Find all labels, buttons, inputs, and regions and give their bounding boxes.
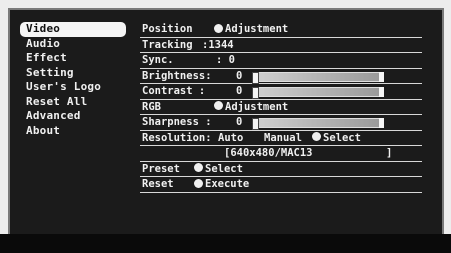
position-label: Position xyxy=(142,23,193,35)
brightness-label: Brightness: xyxy=(142,69,212,82)
sidebar-item-reset-all[interactable]: Reset All xyxy=(20,95,132,110)
enter-icon xyxy=(194,163,203,172)
sharpness-slider[interactable] xyxy=(252,118,384,130)
preset-select[interactable]: Select xyxy=(194,162,243,177)
sharpness-knob[interactable] xyxy=(252,118,259,130)
resolution-select[interactable]: Select xyxy=(312,131,361,146)
tracking-value: :1344 xyxy=(202,38,234,51)
rgb-action: Adjustment xyxy=(225,100,289,113)
contrast-slider[interactable] xyxy=(252,87,384,99)
resolution-label: Resolution: xyxy=(142,131,212,144)
video-settings: Position Adjustment Tracking :1344 Sync.… xyxy=(140,22,422,222)
brightness-knob[interactable] xyxy=(252,71,259,84)
enter-icon xyxy=(194,178,203,188)
reset-label: Reset xyxy=(142,178,174,190)
tracking-row[interactable]: Tracking :1344 xyxy=(140,38,422,53)
contrast-knob[interactable] xyxy=(252,87,259,99)
position-adjust[interactable]: Adjustment xyxy=(214,22,288,37)
sharpness-row[interactable]: Sharpness : 0 xyxy=(140,115,422,131)
sync-label: Sync. xyxy=(142,54,174,66)
resolution-auto[interactable]: Auto xyxy=(218,131,243,146)
resolution-mode: [640x480/MAC13 xyxy=(224,147,313,159)
contrast-value: 0 xyxy=(236,85,243,97)
sharpness-slider-end xyxy=(379,118,384,128)
position-action: Adjustment xyxy=(225,23,289,35)
sharpness-value: 0 xyxy=(236,116,243,128)
preset-row[interactable]: Preset Select xyxy=(140,162,422,177)
sidebar-item-audio[interactable]: Audio xyxy=(20,37,132,52)
rgb-adjust[interactable]: Adjustment xyxy=(214,100,288,115)
enter-icon xyxy=(214,23,223,33)
preset-label: Preset xyxy=(142,162,180,175)
contrast-row[interactable]: Contrast : 0 xyxy=(140,84,422,100)
enter-icon xyxy=(312,132,321,141)
resolution-mode-end: ] xyxy=(386,147,393,159)
resolution-action: Select xyxy=(323,131,361,144)
resolution-manual[interactable]: Manual xyxy=(264,131,302,146)
preset-action: Select xyxy=(205,162,243,175)
osd-screen: Video Audio Effect Setting User's Logo R… xyxy=(0,0,451,253)
sidebar-item-effect[interactable]: Effect xyxy=(20,51,132,66)
sync-row[interactable]: Sync. : 0 xyxy=(140,53,422,69)
tracking-label: Tracking xyxy=(142,38,193,51)
sidebar-item-users-logo[interactable]: User's Logo xyxy=(20,80,132,95)
sidebar-item-setting[interactable]: Setting xyxy=(20,66,132,81)
contrast-slider-end xyxy=(379,87,384,97)
position-row[interactable]: Position Adjustment xyxy=(140,22,422,38)
enter-icon xyxy=(214,101,223,110)
sidebar-item-video[interactable]: Video xyxy=(20,22,126,37)
rgb-row[interactable]: RGB Adjustment xyxy=(140,100,422,115)
brightness-value: 0 xyxy=(236,69,243,82)
sidebar: Video Audio Effect Setting User's Logo R… xyxy=(20,22,132,212)
reset-execute[interactable]: Execute xyxy=(194,177,249,192)
reset-row[interactable]: Reset Execute xyxy=(140,177,422,193)
contrast-label: Contrast : xyxy=(142,85,206,97)
brightness-slider[interactable] xyxy=(252,71,384,84)
sidebar-item-about[interactable]: About xyxy=(20,124,132,139)
screen-bottom-bar xyxy=(0,234,451,253)
brightness-row[interactable]: Brightness: 0 xyxy=(140,69,422,84)
sharpness-label: Sharpness : xyxy=(142,116,212,128)
reset-action: Execute xyxy=(205,178,250,190)
brightness-slider-end xyxy=(379,71,384,82)
sidebar-item-advanced[interactable]: Advanced xyxy=(20,109,132,124)
rgb-label: RGB xyxy=(142,100,161,113)
resolution-row[interactable]: Resolution: Auto Manual Select xyxy=(140,131,422,146)
sync-value: : 0 xyxy=(216,54,235,66)
resolution-mode-row: [640x480/MAC13 ] xyxy=(140,146,422,162)
